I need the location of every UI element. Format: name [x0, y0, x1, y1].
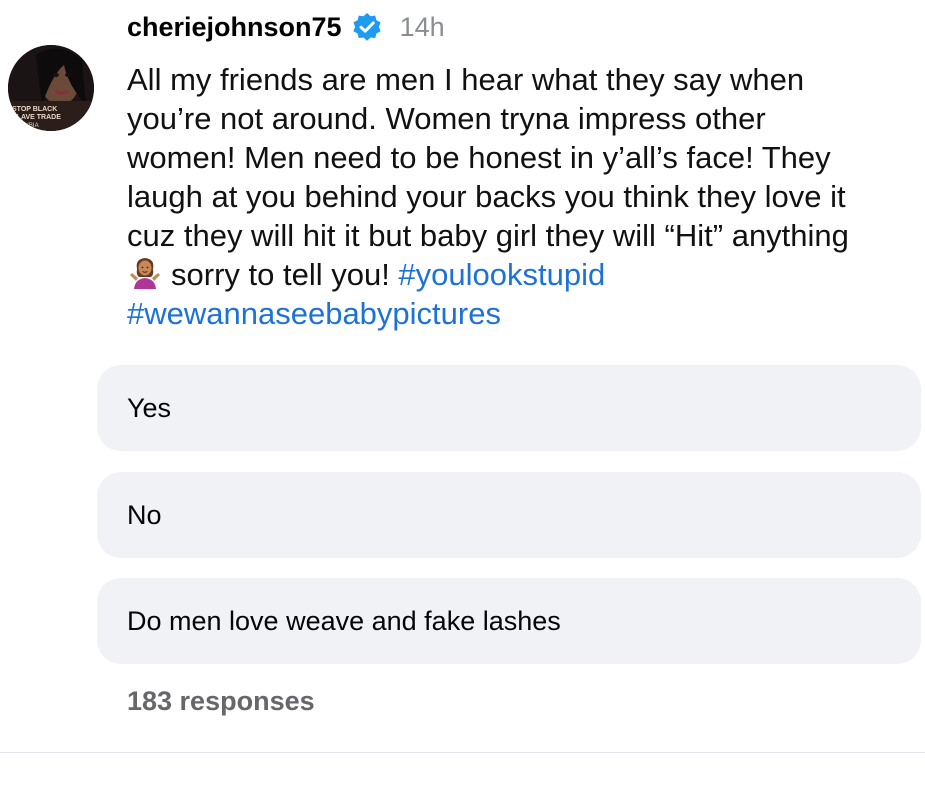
avatar-image: STOP BLACK SLAVE TRADE LYBIA [8, 45, 94, 131]
post-text-last: sorry to tell you! [171, 257, 399, 292]
svg-text:SLAVE TRADE: SLAVE TRADE [12, 114, 61, 121]
poll-option-no[interactable]: No [97, 472, 921, 558]
poll-responses-count[interactable]: 183 responses [127, 686, 315, 717]
poll-option-label: Yes [127, 392, 172, 423]
person-shrugging-emoji-icon [127, 255, 163, 291]
post-text-line-with-hashtag: sorry to tell you! #youlookstupid [127, 255, 922, 294]
poll-option-question[interactable]: Do men love weave and fake lashes [97, 578, 921, 664]
post-text-line-hashtag: #wewannaseebabypictures [127, 294, 922, 333]
post-timestamp: 14h [399, 11, 445, 42]
hashtag-link[interactable]: #wewannaseebabypictures [127, 296, 501, 331]
post-text-line: All my friends are men I hear what they … [127, 62, 805, 97]
author-username[interactable]: cheriejohnson75 [127, 12, 342, 43]
post-body: All my friends are men I hear what they … [127, 60, 922, 333]
post-text-line: cuz they will hit it but baby girl they … [127, 218, 849, 253]
divider [0, 752, 925, 753]
post-text-line: laugh at you behind your backs you think… [127, 179, 846, 214]
poll-option-yes[interactable]: Yes [97, 365, 921, 451]
poll-option-label: No [127, 499, 162, 530]
svg-text:LYBIA: LYBIA [22, 123, 39, 129]
poll-option-label: Do men love weave and fake lashes [127, 605, 561, 636]
post-header: cheriejohnson75 14h [127, 6, 445, 48]
avatar[interactable]: STOP BLACK SLAVE TRADE LYBIA [8, 45, 94, 131]
post-text-line: you’re not around. Women tryna impress o… [127, 101, 766, 136]
hashtag-link[interactable]: #youlookstupid [398, 257, 605, 292]
verified-badge-icon [352, 12, 382, 42]
post-text-line: women! Men need to be honest in y’all’s … [127, 140, 831, 175]
svg-text:STOP BLACK: STOP BLACK [12, 106, 57, 113]
